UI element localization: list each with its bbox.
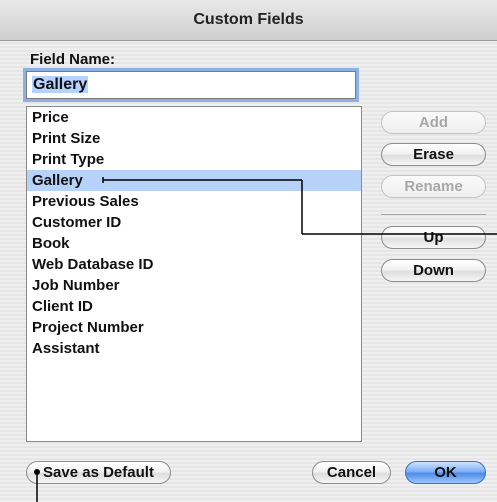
ok-button[interactable]: OK (405, 461, 486, 484)
custom-fields-dialog: Custom Fields Field Name: Gallery Price … (0, 0, 497, 502)
down-button[interactable]: Down (381, 259, 486, 282)
list-item[interactable]: Assistant (27, 338, 361, 359)
list-item[interactable]: Customer ID (27, 212, 361, 233)
field-name-input[interactable]: Gallery (26, 71, 356, 99)
erase-button[interactable]: Erase (381, 143, 486, 166)
list-item[interactable]: Previous Sales (27, 191, 361, 212)
dialog-title: Custom Fields (0, 0, 497, 41)
field-name-label: Field Name: (30, 51, 116, 68)
up-button[interactable]: Up (381, 226, 486, 249)
fields-list[interactable]: Price Print Size Print Type Gallery Prev… (26, 106, 362, 442)
list-item[interactable]: Book (27, 233, 361, 254)
list-item[interactable]: Print Size (27, 128, 361, 149)
list-item[interactable]: Job Number (27, 275, 361, 296)
add-button[interactable]: Add (381, 111, 486, 134)
list-item[interactable]: Project Number (27, 317, 361, 338)
button-divider (381, 214, 486, 215)
list-item[interactable]: Print Type (27, 149, 361, 170)
rename-button[interactable]: Rename (381, 175, 486, 198)
save-as-default-button[interactable]: Save as Default (26, 461, 171, 484)
list-item-selected[interactable]: Gallery (27, 170, 361, 191)
list-item[interactable]: Price (27, 107, 361, 128)
list-item[interactable]: Web Database ID (27, 254, 361, 275)
field-name-value: Gallery (32, 76, 89, 93)
list-item[interactable]: Client ID (27, 296, 361, 317)
cancel-button[interactable]: Cancel (312, 461, 391, 484)
